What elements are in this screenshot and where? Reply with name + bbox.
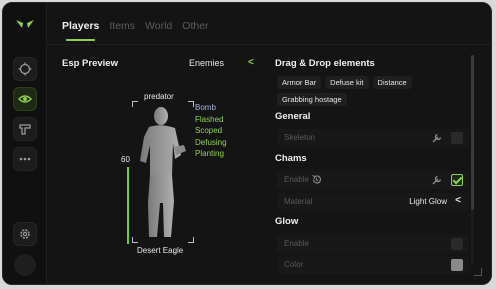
esp-target-select[interactable]: Enemies [189, 58, 224, 68]
more-icon [19, 157, 31, 161]
drag-drop-chips: Armor Bar Defuse kit Distance Grabbing h… [277, 76, 457, 106]
flag-bomb: Bomb [195, 103, 216, 112]
esp-weapon-label: Desert Eagle [137, 246, 184, 255]
chip-defuse-kit[interactable]: Defuse kit [325, 76, 369, 89]
esp-player-name: predator [144, 92, 174, 101]
skeleton-row[interactable]: Skeleton [277, 129, 469, 147]
glow-color-swatch[interactable] [451, 259, 463, 271]
logo-icon [16, 20, 34, 28]
drag-drop-title: Drag & Drop elements [275, 58, 375, 69]
chip-grabbing-hostage[interactable]: Grabbing hostage [277, 93, 347, 106]
chevron-left-icon[interactable]: < [455, 195, 461, 206]
esp-health-bar [127, 167, 129, 244]
chip-distance[interactable]: Distance [372, 76, 412, 89]
section-general: General [275, 111, 311, 122]
sidebar-item-settings[interactable] [13, 222, 37, 246]
avatar[interactable] [14, 254, 36, 276]
scroll-thumb[interactable] [471, 55, 474, 210]
flag-planting: Planting [195, 149, 224, 158]
tab-bar: Players Items World Other [62, 20, 209, 41]
sidebar-item-aim[interactable] [13, 57, 37, 81]
esp-preview-title: Esp Preview [62, 58, 118, 69]
eye-icon [18, 95, 32, 103]
skeleton-checkbox[interactable] [451, 132, 463, 144]
tab-items[interactable]: Items [109, 20, 135, 32]
wrench-icon[interactable] [431, 174, 443, 186]
tab-world[interactable]: World [145, 20, 172, 32]
chams-material-row[interactable]: Material Light Glow < [277, 193, 469, 211]
crosshair-icon [18, 62, 32, 76]
player-model [140, 107, 186, 237]
glow-enable-checkbox[interactable] [451, 238, 463, 250]
resize-handle-icon[interactable] [474, 268, 482, 276]
chevron-left-icon[interactable]: < [248, 57, 254, 68]
flag-flashed: Flashed [195, 114, 224, 124]
skeleton-label: Skeleton [284, 133, 316, 142]
chams-material-value[interactable]: Light Glow [409, 197, 447, 206]
chip-armor-bar[interactable]: Armor Bar [277, 76, 322, 89]
pistol-icon [19, 124, 31, 135]
chams-enable-checkbox[interactable] [451, 174, 463, 186]
settings-icon [20, 229, 30, 239]
tab-other[interactable]: Other [182, 20, 208, 32]
chams-enable-row[interactable]: Enable [277, 171, 469, 189]
glow-color-label: Color [284, 260, 304, 269]
top-nav: Players Items World Other [47, 3, 491, 45]
sidebar-item-more[interactable] [13, 147, 37, 171]
esp-flags: Bomb Flashed Scoped Defusing Planting [195, 102, 227, 160]
glow-enable-row[interactable]: Enable [277, 235, 469, 253]
tab-players[interactable]: Players [62, 20, 99, 41]
sidebar-item-weapons[interactable] [13, 117, 37, 141]
flag-defusing: Defusing [195, 137, 227, 147]
esp-health-value: 60 [121, 155, 130, 164]
scrollbar[interactable] [471, 55, 474, 265]
flag-scoped: Scoped [195, 126, 223, 135]
section-chams: Chams [275, 153, 307, 164]
glow-enable-label: Enable [284, 239, 309, 248]
chams-material-label: Material [284, 197, 313, 206]
sidebar [3, 3, 47, 284]
section-glow: Glow [275, 216, 299, 227]
sidebar-item-visuals[interactable] [13, 87, 37, 111]
history-icon[interactable] [311, 174, 322, 185]
chams-enable-label: Enable [284, 175, 309, 184]
glow-color-row[interactable]: Color [277, 256, 469, 274]
wrench-icon[interactable] [431, 132, 443, 144]
